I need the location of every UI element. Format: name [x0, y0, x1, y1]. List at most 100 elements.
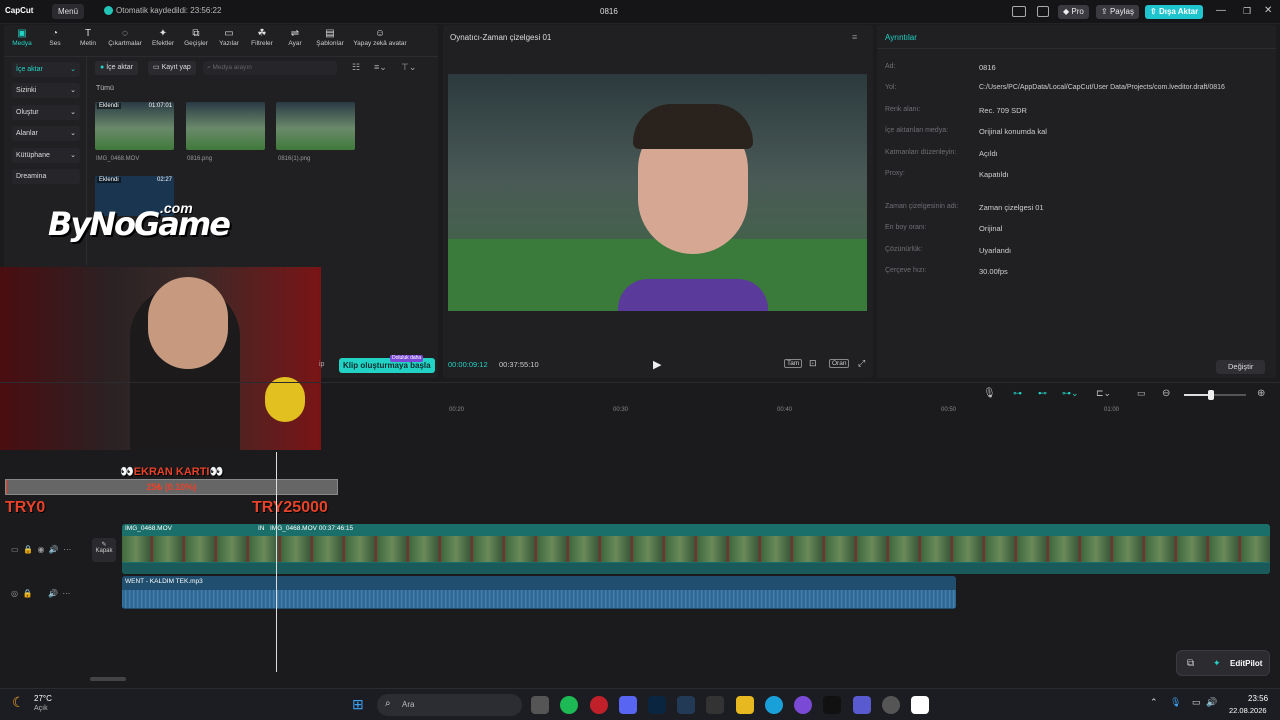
zoom-slider-handle[interactable]: [1208, 390, 1214, 400]
layout-icon[interactable]: [1012, 6, 1026, 17]
split-icon[interactable]: ⊏⌄: [1096, 388, 1111, 399]
speaker-icon[interactable]: 🔊: [48, 589, 58, 598]
editpilot-button[interactable]: EditPilot: [1230, 659, 1262, 668]
hamburger-icon[interactable]: ≡: [852, 32, 857, 42]
steam-icon[interactable]: [677, 696, 695, 714]
app-icon[interactable]: [882, 696, 900, 714]
mic-tray-icon[interactable]: 🎙: [1170, 697, 1181, 708]
menu-button[interactable]: Menü: [52, 4, 85, 19]
zoom-out-icon[interactable]: ⊖: [1162, 388, 1170, 399]
media-item[interactable]: [186, 102, 265, 150]
more-icon[interactable]: ⋯: [63, 545, 71, 554]
change-button[interactable]: Değiştir: [1216, 360, 1266, 374]
display-icon[interactable]: ▭: [1192, 697, 1201, 708]
sidebar-item-create[interactable]: Oluştur ⌄: [12, 105, 80, 120]
search-icon: ⌕: [207, 64, 211, 71]
epic-games-icon[interactable]: [706, 696, 724, 714]
cover-button[interactable]: ✎ Kapak: [92, 538, 116, 562]
lock-icon[interactable]: 🔒: [23, 545, 33, 554]
sticker-icon: ◌: [122, 28, 128, 39]
capcut-taskbar-icon[interactable]: [911, 696, 929, 714]
clip-label-prefix: IN: [258, 525, 265, 532]
tool-captions[interactable]: ▭ Yazılar: [212, 28, 246, 50]
filter-all[interactable]: Tümü: [96, 85, 114, 92]
video-track[interactable]: IMG_0468.MOV IN IMG_0468.MOV 00:37:46:15: [122, 524, 1270, 574]
snapshot-icon[interactable]: ⊡: [809, 358, 817, 369]
import-button[interactable]: ● İçe aktar: [95, 61, 139, 75]
clock-time[interactable]: 23:56: [1248, 694, 1268, 703]
tool-templates[interactable]: ▤ Şablonlar: [311, 28, 349, 50]
tool-media[interactable]: ▣ Medya: [5, 28, 39, 50]
speaker-icon[interactable]: 🔊: [49, 545, 59, 554]
added-badge: Eklendi: [97, 103, 121, 109]
sort-icon[interactable]: ≡⌄: [374, 62, 387, 73]
app-a-icon[interactable]: [823, 696, 841, 714]
shortcut-icon[interactable]: [1037, 6, 1049, 17]
sidebar-item-import[interactable]: İçe aktar ⌄: [12, 62, 80, 77]
volume-icon[interactable]: 🔊: [1206, 697, 1217, 708]
sidebar-item-spaces[interactable]: Alanlar ⌄: [12, 126, 80, 141]
playhead[interactable]: [276, 452, 277, 672]
filter-icon[interactable]: ⊤⌄: [401, 62, 416, 73]
expand-icon[interactable]: ⤢: [858, 358, 865, 369]
tool-label: Filtreler: [251, 40, 273, 47]
snap-icon[interactable]: ⊶⌄: [1062, 388, 1079, 399]
horizontal-scrollbar[interactable]: [90, 677, 126, 681]
pro-button[interactable]: ◆ Pro: [1058, 5, 1089, 19]
close-icon[interactable]: ✕: [1264, 5, 1272, 16]
chevron-up-icon[interactable]: ⌃: [1150, 697, 1158, 708]
video-preview[interactable]: [448, 74, 867, 311]
cloud-check-icon: [104, 6, 113, 15]
track-icon[interactable]: ▭: [11, 545, 19, 554]
zoom-in-icon[interactable]: ⊕: [1257, 388, 1265, 399]
photoshop-icon[interactable]: [648, 696, 666, 714]
tool-transitions[interactable]: ⧉ Geçişler: [179, 28, 213, 50]
fullscreen-mode-button[interactable]: Tam: [784, 359, 803, 368]
screen-icon[interactable]: ⧉: [1187, 658, 1194, 669]
audio-track[interactable]: WENT - KALDIM TEK.mp3: [122, 576, 956, 609]
share-button[interactable]: ⇪ Paylaş: [1096, 5, 1139, 19]
more-icon[interactable]: ⋯: [62, 589, 70, 598]
media-item[interactable]: [276, 102, 355, 150]
tool-stickers[interactable]: ◌ Çıkartmalar: [105, 28, 145, 50]
edge-icon[interactable]: [765, 696, 783, 714]
audio-track-icon[interactable]: ◎: [11, 589, 18, 598]
search-input[interactable]: ⌕ Medya arayın: [203, 61, 337, 75]
ratio-button[interactable]: Oran: [829, 359, 850, 368]
magnet-icon[interactable]: ⊷: [1038, 388, 1047, 399]
tool-adjust[interactable]: ⇌ Ayar: [278, 28, 312, 50]
windows-start-icon[interactable]: ⊞: [352, 696, 364, 713]
play-icon[interactable]: ▶: [653, 358, 661, 371]
tool-filters[interactable]: ☘ Filtreler: [245, 28, 279, 50]
sidebar-item-library[interactable]: Kütüphane ⌄: [12, 148, 80, 163]
opera-icon[interactable]: [590, 696, 608, 714]
tool-text[interactable]: T Metin: [71, 28, 105, 50]
minimize-icon[interactable]: —: [1216, 5, 1226, 16]
lock-icon[interactable]: 🔒: [22, 589, 32, 598]
link-icon[interactable]: ⊶: [1013, 388, 1022, 399]
preview-icon[interactable]: ▭: [1137, 388, 1146, 399]
hair: [633, 104, 753, 149]
teams-icon[interactable]: [853, 696, 871, 714]
taskbar-search[interactable]: ⌕ Ara: [377, 694, 522, 716]
task-view-icon[interactable]: [531, 696, 549, 714]
tool-ai-avatar[interactable]: ☺ Yapay zekâ avatar: [350, 28, 410, 50]
discord-icon[interactable]: [619, 696, 637, 714]
spotify-icon[interactable]: [560, 696, 578, 714]
clock-date[interactable]: 22.08.2026: [1229, 706, 1267, 715]
microphone-icon[interactable]: 🎙: [983, 388, 996, 399]
temperature[interactable]: 27°C: [34, 694, 52, 703]
eye-icon[interactable]: ◉: [37, 545, 44, 554]
obs-icon[interactable]: [794, 696, 812, 714]
grid-view-icon[interactable]: ☷: [352, 62, 360, 73]
export-button[interactable]: ⇧ Dışa Aktar: [1145, 5, 1204, 19]
zoom-slider[interactable]: [1184, 394, 1246, 396]
media-item[interactable]: Eklendi 01:07:01: [95, 102, 174, 150]
file-explorer-icon[interactable]: [736, 696, 754, 714]
sidebar-item-dreamina[interactable]: Dreamina: [12, 169, 80, 184]
tool-effects[interactable]: ✦ Efektler: [146, 28, 180, 50]
tool-audio[interactable]: ◔ Ses: [38, 28, 72, 50]
maximize-icon[interactable]: ❐: [1243, 6, 1251, 17]
sidebar-item-yours[interactable]: Sizinki ⌄: [12, 83, 80, 98]
record-button[interactable]: ▭ Kayıt yap: [148, 61, 196, 75]
